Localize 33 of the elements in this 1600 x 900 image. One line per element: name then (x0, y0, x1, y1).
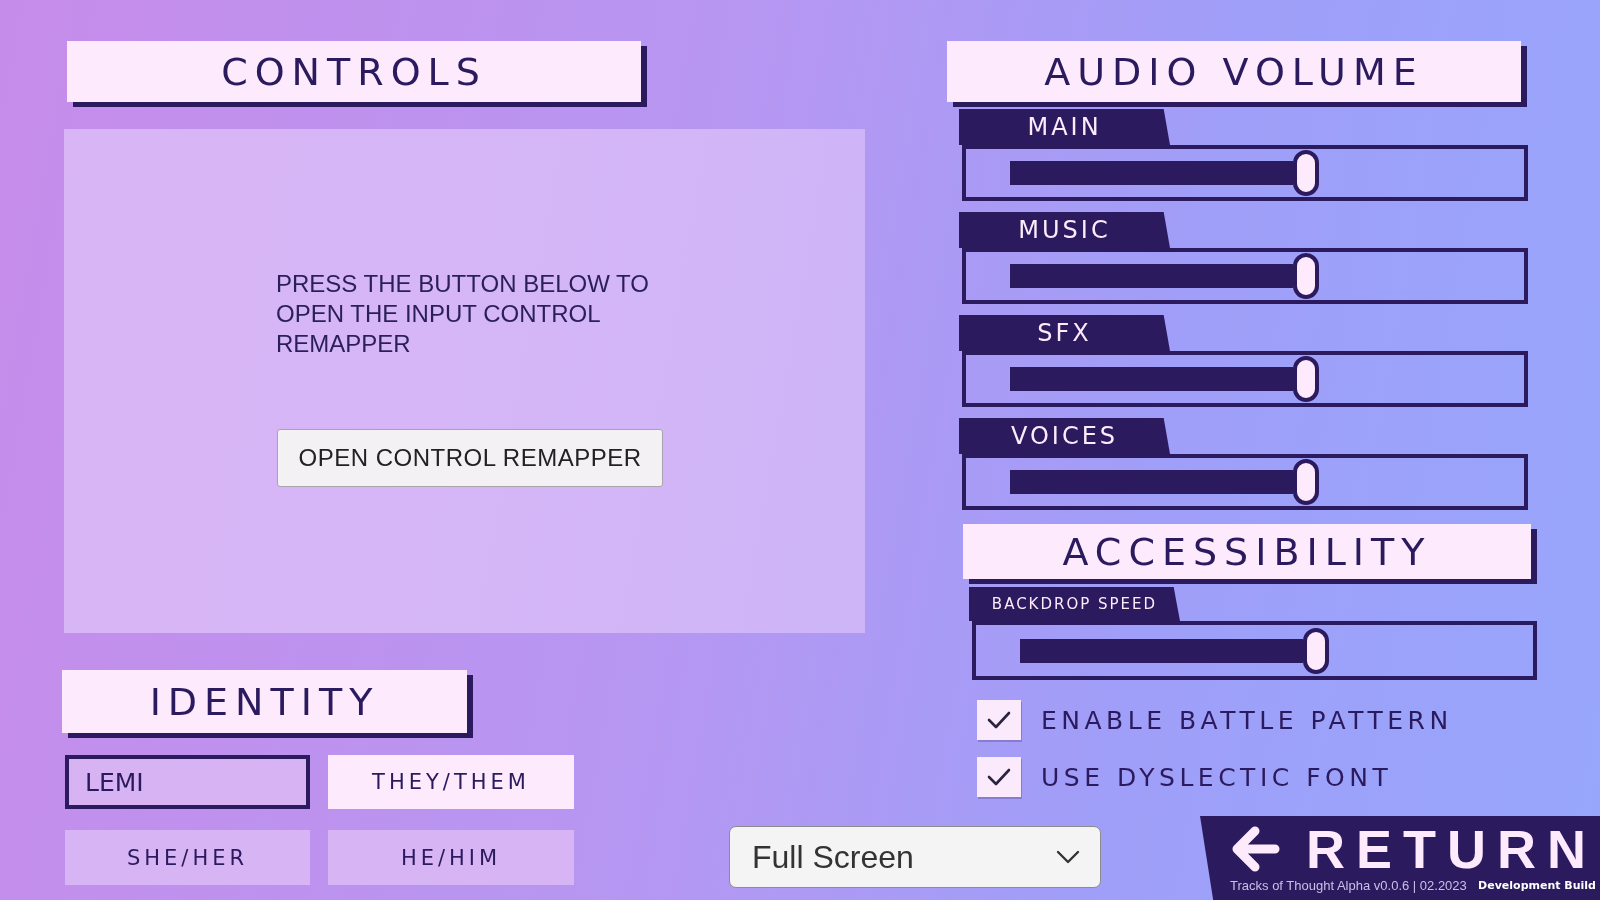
version-text: Tracks of Thought Alpha v0.0.6 | 02.2023 (1230, 878, 1467, 893)
checkbox[interactable] (977, 700, 1021, 740)
slider-track[interactable] (972, 621, 1537, 680)
name-field[interactable]: LEMI (65, 755, 310, 809)
slider-label: VOICES (959, 418, 1170, 454)
check-icon (987, 768, 1011, 786)
return-button[interactable]: RETURN (1230, 822, 1597, 876)
slider-track[interactable] (962, 145, 1528, 201)
slider-handle[interactable] (1302, 627, 1329, 674)
option-label: USE DYSLECTIC FONT (1041, 762, 1393, 792)
instruction-text: PRESS THE BUTTON BELOW TO OPEN THE INPUT CONTROL REMAPPER (276, 269, 650, 359)
slider-track[interactable] (962, 248, 1528, 304)
slider-track[interactable] (962, 351, 1528, 407)
slider-label: MUSIC (959, 212, 1170, 248)
pronoun-button[interactable]: SHE/HER (65, 830, 310, 885)
check-icon (987, 711, 1011, 729)
slider-label: BACKDROP SPEED (969, 587, 1180, 621)
chevron-down-icon (1056, 850, 1080, 864)
arrow-left-icon (1230, 825, 1280, 873)
slider-handle[interactable] (1293, 356, 1320, 402)
open-remapper-button[interactable]: OPEN CONTROL REMAPPER (277, 429, 663, 487)
build-label: Development Build (1478, 878, 1596, 893)
display-mode-dropdown[interactable]: Full Screen (729, 826, 1101, 888)
option-label: ENABLE BATTLE PATTERN (1041, 705, 1453, 735)
slider-label: MAIN (959, 109, 1170, 145)
slider-handle[interactable] (1293, 253, 1320, 299)
slider-handle[interactable] (1293, 459, 1320, 505)
slider-track[interactable] (962, 454, 1528, 510)
slider-handle[interactable] (1293, 150, 1320, 196)
checkbox[interactable] (977, 757, 1021, 797)
slider-label: SFX (959, 315, 1170, 351)
pronoun-button[interactable]: THEY/THEM (328, 755, 574, 809)
pronoun-button[interactable]: HE/HIM (328, 830, 574, 885)
